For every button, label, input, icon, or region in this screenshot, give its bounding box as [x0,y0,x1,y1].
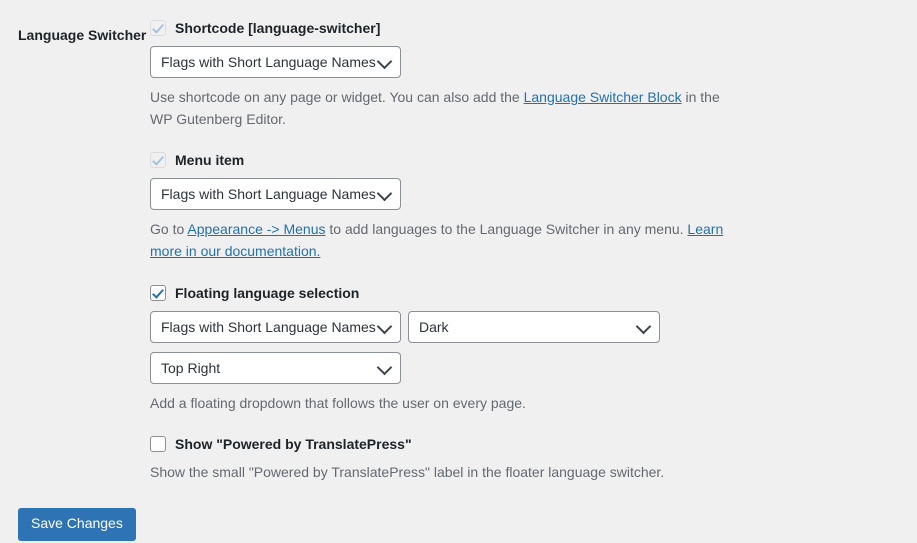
appearance-menus-link[interactable]: Appearance -> Menus [187,221,325,237]
menu-item-selects-row: Flags with Short Language Names [150,178,917,211]
menu-item-description-text-1: Go to [150,221,188,238]
powered-by-checkbox-row[interactable]: Show "Powered by TranslatePress" [150,436,917,453]
shortcode-selects-row: Flags with Short Language Names [150,46,917,78]
powered-by-description: Show the small "Powered by TranslatePres… [150,464,665,481]
submit-area: Save Changes [0,484,917,541]
floating-language-field-group: Floating language selection Flags with S… [150,284,917,415]
shortcode-checkbox[interactable] [150,20,166,36]
menu-item-description: Go to Appearance -> Menus to add languag… [150,219,730,262]
language-switcher-block-link[interactable]: Language Switcher Block [524,89,682,105]
floating-theme-select-value: Dark [419,318,449,335]
menu-item-checkbox-row[interactable]: Menu item [150,152,917,169]
floating-language-checkbox[interactable] [150,284,166,301]
chevron-down-icon [376,318,393,335]
menu-item-checkbox[interactable] [150,152,166,169]
chevron-down-icon [376,53,393,70]
powered-by-checkbox-label: Show "Powered by TranslatePress" [175,436,412,453]
shortcode-checkbox-row[interactable]: Shortcode [language-switcher] [150,20,917,36]
floating-position-select-value: Top Right [161,359,221,376]
menu-item-field-group: Menu item Flags with Short Language Name… [150,152,917,262]
chevron-down-icon [376,186,393,202]
floating-language-description: Add a floating dropdown that follows the… [150,394,526,411]
shortcode-style-select[interactable]: Flags with Short Language Names [150,46,401,78]
powered-by-field-group: Show "Powered by TranslatePress" Show th… [150,436,917,484]
shortcode-description-text-1: Use shortcode on any page or widget. You… [150,89,524,105]
powered-by-checkbox[interactable] [150,436,166,453]
shortcode-description: Use shortcode on any page or widget. You… [150,87,730,130]
chevron-down-icon [376,359,393,376]
menu-item-description-text-2: to add languages to the Language Switche… [325,221,688,238]
language-switcher-settings-row: Language Switcher Shortcode [language-sw… [0,0,917,484]
floating-language-checkbox-label: Floating language selection [175,284,360,301]
menu-item-checkbox-label: Menu item [175,152,245,169]
shortcode-field-group: Shortcode [language-switcher] Flags with… [150,20,917,130]
floating-style-select-value: Flags with Short Language Names [161,318,376,335]
shortcode-style-select-value: Flags with Short Language Names [161,54,376,70]
chevron-down-icon [635,318,652,335]
floating-position-select[interactable]: Top Right [150,351,401,384]
menu-item-style-select-value: Flags with Short Language Names [161,186,376,203]
menu-item-style-select[interactable]: Flags with Short Language Names [150,178,401,211]
settings-label-column: Language Switcher [0,20,150,44]
floating-language-checkbox-row[interactable]: Floating language selection [150,284,917,301]
save-changes-button[interactable]: Save Changes [18,508,136,541]
shortcode-checkbox-label: Shortcode [language-switcher] [175,20,381,36]
floating-theme-select[interactable]: Dark [408,310,660,343]
floating-language-selects-row: Flags with Short Language Names Dark [150,310,917,343]
floating-position-row: Top Right [150,351,917,384]
page-title: Language Switcher [18,27,147,43]
floating-style-select[interactable]: Flags with Short Language Names [150,310,401,343]
settings-fields-column: Shortcode [language-switcher] Flags with… [150,20,917,484]
